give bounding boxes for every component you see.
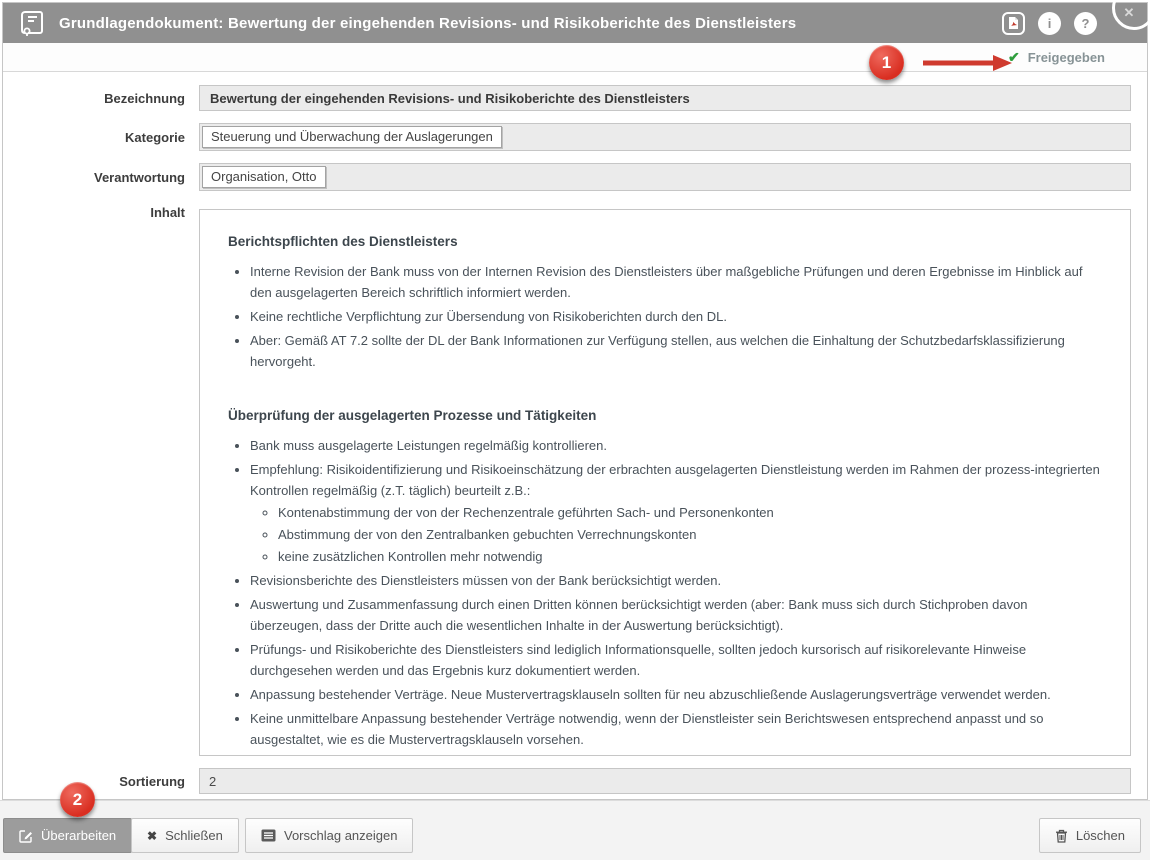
content-item: Auswertung und Zusammenfassung durch ein… <box>250 594 1100 636</box>
ueberarbeiten-button[interactable]: Überarbeiten <box>3 818 133 853</box>
bezeichnung-field[interactable]: Bewertung der eingehenden Revisions- und… <box>199 85 1131 111</box>
list-icon <box>261 829 276 842</box>
close-icon[interactable]: ✕ <box>1120 4 1138 22</box>
document-scroll-icon <box>19 9 45 37</box>
content-heading: Überprüfung der ausgelagerten Prozesse u… <box>228 408 597 423</box>
verantwortung-field[interactable]: Organisation, Otto <box>199 163 1131 191</box>
content-list: Interne Revision der Bank muss von der I… <box>228 261 1100 372</box>
pdf-export-icon[interactable] <box>1002 11 1025 35</box>
content-item: Auch Verträge mit Subunternehmen sollten… <box>250 753 1100 755</box>
content-item: Empfehlung: Risikoidentifizierung und Ri… <box>250 459 1100 567</box>
content-subitem: keine zusätzlichen Kontrollen mehr notwe… <box>278 546 1100 567</box>
dialog-header: Grundlagendokument: Bewertung der eingeh… <box>3 3 1147 43</box>
content-item: Prüfungs- und Risikoberichte des Dienstl… <box>250 639 1100 681</box>
content-item: Bank muss ausgelagerte Leistungen regelm… <box>250 435 1100 456</box>
content-item: Keine rechtliche Verpflichtung zur Übers… <box>250 306 1100 327</box>
header-actions: i ? <box>1002 3 1097 43</box>
content-heading: Berichtspflichten des Dienstleisters <box>228 234 458 249</box>
info-icon[interactable]: i <box>1038 11 1061 35</box>
kategorie-field[interactable]: Steuerung und Überwachung der Auslagerun… <box>199 123 1131 151</box>
dialog-title: Grundlagendokument: Bewertung der eingeh… <box>59 14 797 32</box>
verantwortung-chip[interactable]: Organisation, Otto <box>202 166 326 188</box>
content-item: Revisionsberichte des Dienstleisters müs… <box>250 570 1100 591</box>
content-item: Aber: Gemäß AT 7.2 sollte der DL der Ban… <box>250 330 1100 372</box>
annotation-badge-2: 2 <box>60 782 95 817</box>
form-row-kategorie: Kategorie Steuerung und Überwachung der … <box>3 123 1131 151</box>
edit-icon <box>19 829 33 843</box>
inhalt-content[interactable]: Berichtspflichten des Dienstleisters Inte… <box>199 209 1131 756</box>
content-list: Bank muss ausgelagerte Leistungen regelm… <box>228 435 1100 755</box>
annotation-badge-1: 1 <box>869 45 904 80</box>
kategorie-label: Kategorie <box>125 129 185 145</box>
content-item: Anpassung bestehender Verträge. Neue Mus… <box>250 684 1100 705</box>
bezeichnung-label: Bezeichnung <box>104 90 185 106</box>
close-x-icon: ✖ <box>147 828 158 843</box>
loeschen-label: Löschen <box>1075 828 1125 843</box>
content-item: Interne Revision der Bank muss von der I… <box>250 261 1100 303</box>
page: Grundlagendokument: Bewertung der eingeh… <box>0 0 1150 860</box>
form-row-bezeichnung: Bezeichnung Bewertung der eingehenden Re… <box>3 85 1131 111</box>
dialog: Grundlagendokument: Bewertung der eingeh… <box>2 2 1148 800</box>
content-subitem: Abstimmung der von den Zentralbanken geb… <box>278 524 1100 545</box>
vorschlag-anzeigen-button[interactable]: Vorschlag anzeigen <box>245 818 414 853</box>
annotation-arrow-icon <box>923 55 1012 71</box>
form-row-sortierung: Sortierung 2 <box>3 768 1131 794</box>
kategorie-chip[interactable]: Steuerung und Überwachung der Auslagerun… <box>202 126 502 148</box>
ueberarbeiten-label: Überarbeiten <box>41 828 117 843</box>
content-sublist: Kontenabstimmung der von der Rechenzentr… <box>250 502 1100 567</box>
button-bar: Überarbeiten ✖ Schließen Vorschlag anzei… <box>0 800 1150 860</box>
schliessen-label: Schließen <box>165 828 223 843</box>
content-subitem: Kontenabstimmung der von der Rechenzentr… <box>278 502 1100 523</box>
form-row-inhalt: Inhalt Berichtspflichten des Dienstleist… <box>3 203 1131 756</box>
sortierung-label: Sortierung <box>119 773 185 789</box>
vorschlag-anzeigen-label: Vorschlag anzeigen <box>284 828 398 843</box>
sortierung-field[interactable]: 2 <box>199 768 1131 794</box>
verantwortung-label: Verantwortung <box>93 169 185 185</box>
content-item: Keine unmittelbare Anpassung bestehender… <box>250 708 1100 750</box>
inhalt-label: Inhalt <box>150 205 185 220</box>
dialog-body: Bezeichnung Bewertung der eingehenden Re… <box>3 72 1147 794</box>
help-icon[interactable]: ? <box>1074 11 1097 35</box>
schliessen-button[interactable]: ✖ Schließen <box>131 818 239 853</box>
trash-icon <box>1055 829 1068 843</box>
status-label: Freigegeben <box>1027 49 1105 65</box>
loeschen-button[interactable]: Löschen <box>1038 818 1141 853</box>
form-row-verantwortung: Verantwortung Organisation, Otto <box>3 163 1131 191</box>
